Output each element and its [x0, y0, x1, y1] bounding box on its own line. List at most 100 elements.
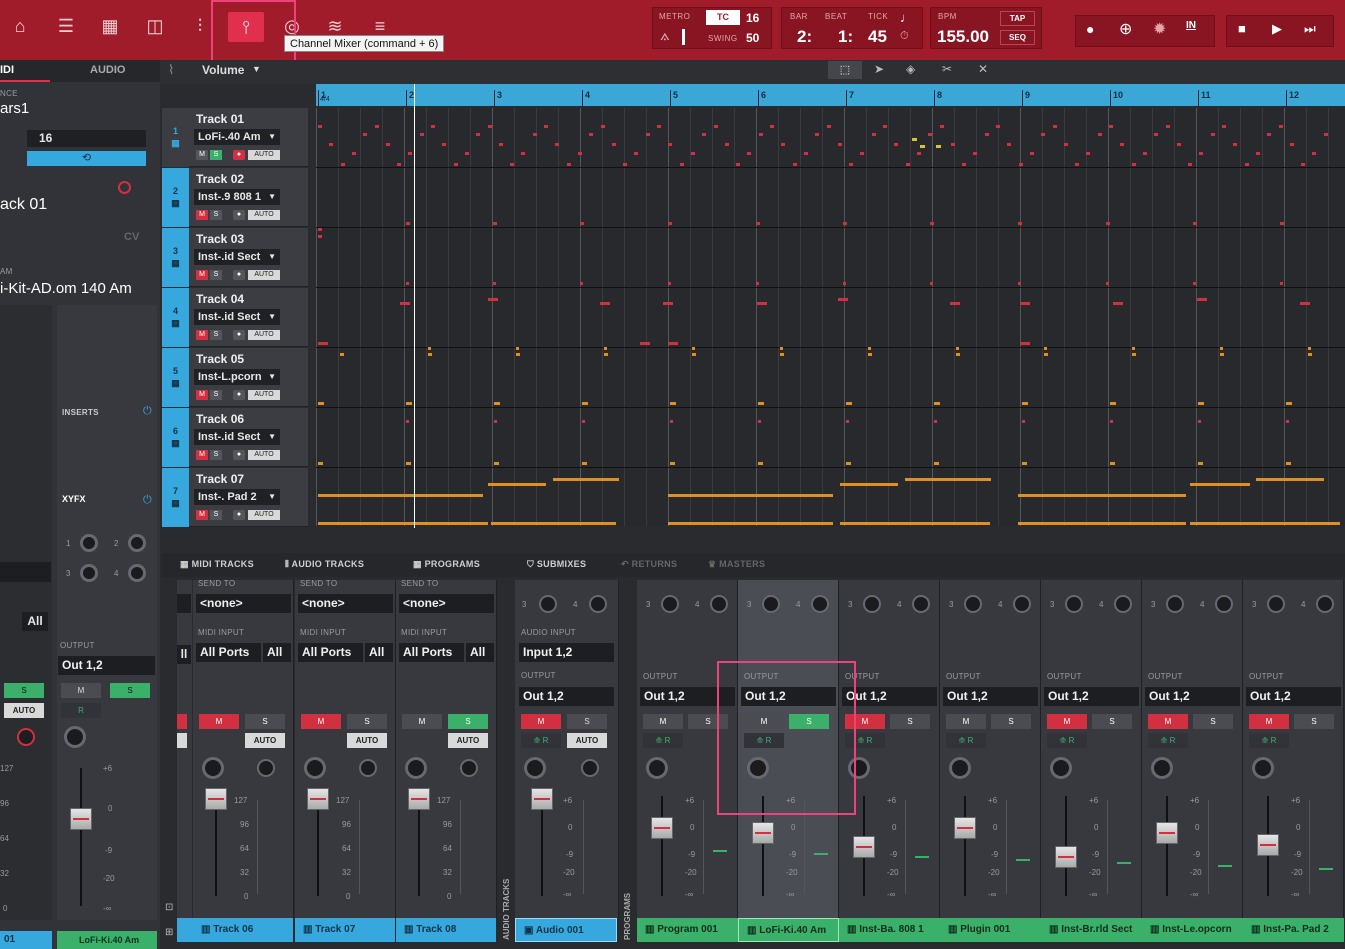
mute-button[interactable]: M [301, 714, 341, 729]
track-solo-button[interactable]: S [210, 390, 222, 400]
all-button[interactable]: All [22, 612, 48, 631]
midi-note[interactable] [406, 282, 409, 285]
volume-fader[interactable] [1055, 846, 1077, 868]
midi-note[interactable] [1132, 353, 1136, 356]
pan-knob[interactable] [64, 726, 86, 748]
midi-note[interactable] [838, 298, 848, 301]
solo-button[interactable]: S [991, 714, 1031, 729]
midi-note[interactable] [1177, 143, 1181, 146]
volume-fader[interactable] [853, 836, 875, 858]
track-title[interactable]: Track 06 [196, 412, 244, 426]
routing-button[interactable]: ⟰ R [946, 733, 986, 748]
midi-note[interactable] [906, 163, 910, 166]
track-header[interactable]: 4 ▦ Track 04 Inst-.id Sect ▼ M S ● AUTO [162, 288, 308, 347]
midi-note[interactable] [578, 152, 582, 155]
midi-note[interactable] [442, 143, 446, 146]
midi-note[interactable] [431, 125, 435, 128]
midi-note[interactable] [1193, 222, 1197, 225]
midi-note[interactable] [488, 483, 546, 486]
midi-note[interactable] [917, 152, 921, 155]
channel-name[interactable]: ▥ Track 07 [295, 918, 395, 942]
ruler-mark[interactable]: 2 [406, 90, 414, 106]
tab-audio[interactable]: AUDIO [90, 64, 125, 76]
track-title[interactable]: Track 07 [196, 472, 244, 486]
midi-note[interactable] [318, 342, 328, 345]
track-solo-button[interactable]: S [210, 150, 222, 160]
track-mute-button[interactable]: M [196, 330, 208, 340]
output-select[interactable]: Out 1,2 [1145, 687, 1240, 706]
parameter-select[interactable]: Volume [202, 63, 244, 77]
midi-note[interactable] [1198, 402, 1204, 405]
tick-value[interactable]: 45 [868, 27, 887, 47]
track-number[interactable]: 4 ▦ [162, 288, 189, 347]
midi-note[interactable] [604, 353, 608, 356]
midi-note[interactable] [758, 462, 763, 465]
swing-value[interactable]: 50 [746, 31, 759, 45]
midi-note[interactable] [623, 163, 627, 166]
midi-note[interactable] [996, 125, 1000, 128]
tab-midi-tracks[interactable]: ▦ MIDI TRACKS [180, 559, 254, 570]
track-header[interactable]: 5 ▦ Track 05 Inst-L.pcorn ▼ M S ● AUTO [162, 348, 308, 407]
pan-knob[interactable] [405, 757, 427, 779]
midi-note[interactable] [1110, 420, 1113, 423]
send-knob[interactable] [1065, 595, 1083, 613]
midi-note[interactable] [375, 125, 379, 128]
midi-note[interactable] [1132, 347, 1135, 350]
midi-note[interactable] [1220, 347, 1223, 350]
track-title[interactable]: Track 01 [196, 112, 244, 126]
midi-note[interactable] [1022, 402, 1028, 405]
midi-note[interactable] [883, 125, 887, 128]
midi-note[interactable] [1308, 353, 1312, 356]
midi-note[interactable] [510, 163, 514, 166]
track-header[interactable]: 3 ▦ Track 03 Inst-.id Sect ▼ M S ● AUTO [162, 228, 308, 287]
volume-fader[interactable] [954, 817, 976, 839]
pan-knob[interactable] [646, 757, 668, 779]
mute-button[interactable]: M [1148, 714, 1188, 729]
midi-note[interactable] [465, 152, 469, 155]
mute-button[interactable]: M [1249, 714, 1289, 729]
midi-note[interactable] [714, 125, 718, 128]
send-knob[interactable] [863, 595, 881, 613]
volume-fader[interactable] [651, 817, 673, 839]
midi-note[interactable] [956, 347, 959, 350]
midi-note[interactable] [657, 125, 661, 128]
midi-note[interactable] [493, 282, 496, 285]
mute-button[interactable]: M [1047, 714, 1087, 729]
midi-note[interactable] [1044, 353, 1048, 356]
midi-note[interactable] [849, 163, 853, 166]
loop-button[interactable]: ⟲ [27, 151, 146, 166]
solo-button[interactable]: S [347, 714, 387, 729]
midi-note[interactable] [646, 133, 650, 136]
midi-note[interactable] [516, 347, 519, 350]
midi-note[interactable] [612, 143, 616, 146]
ruler-mark[interactable]: 7 [846, 90, 854, 106]
midi-note[interactable] [516, 353, 520, 356]
channel-name[interactable]: ▥ Inst-Ba. 808 1 [839, 918, 940, 942]
channel-name[interactable]: ▥ Inst-Pa. Pad 2 [1243, 918, 1344, 942]
midi-note[interactable] [725, 143, 729, 146]
mute-button[interactable]: M [199, 714, 239, 729]
midi-note[interactable] [553, 478, 619, 481]
midi-note[interactable] [318, 402, 324, 405]
track-solo-button[interactable]: S [210, 210, 222, 220]
send-knob[interactable] [912, 595, 930, 613]
track-header[interactable]: 7 ▦ Track 07 Inst-. Pad 2 ▼ M S ● AUTO [162, 468, 308, 527]
midi-note[interactable] [1154, 133, 1158, 136]
channel-name[interactable]: ▣ Audio 001 [515, 918, 617, 942]
midi-note[interactable] [934, 402, 940, 405]
program-name[interactable]: i-Kit-AD.om 140 Am [0, 280, 132, 297]
midi-note[interactable] [934, 420, 937, 423]
track-name[interactable]: ack 01 [0, 196, 47, 214]
track-arm-icon[interactable]: ● [233, 390, 245, 400]
midi-note[interactable] [491, 522, 616, 525]
pan-knob[interactable] [949, 757, 971, 779]
tab-midi[interactable]: IDI [0, 64, 50, 82]
track-number[interactable]: 5 ▦ [162, 348, 189, 407]
midi-input-select[interactable]: All Ports [399, 643, 464, 662]
channel-name[interactable]: ▥ Inst-Br.rld Sect [1041, 918, 1142, 942]
track-title[interactable]: Track 02 [196, 172, 244, 186]
grid-view-icon[interactable]: ⊞ [165, 927, 173, 938]
solo-button[interactable]: S [245, 714, 285, 729]
output-select[interactable]: Out 1,2 [1044, 687, 1139, 706]
track-instrument-select[interactable]: Inst-. Pad 2 ▼ [194, 489, 280, 505]
